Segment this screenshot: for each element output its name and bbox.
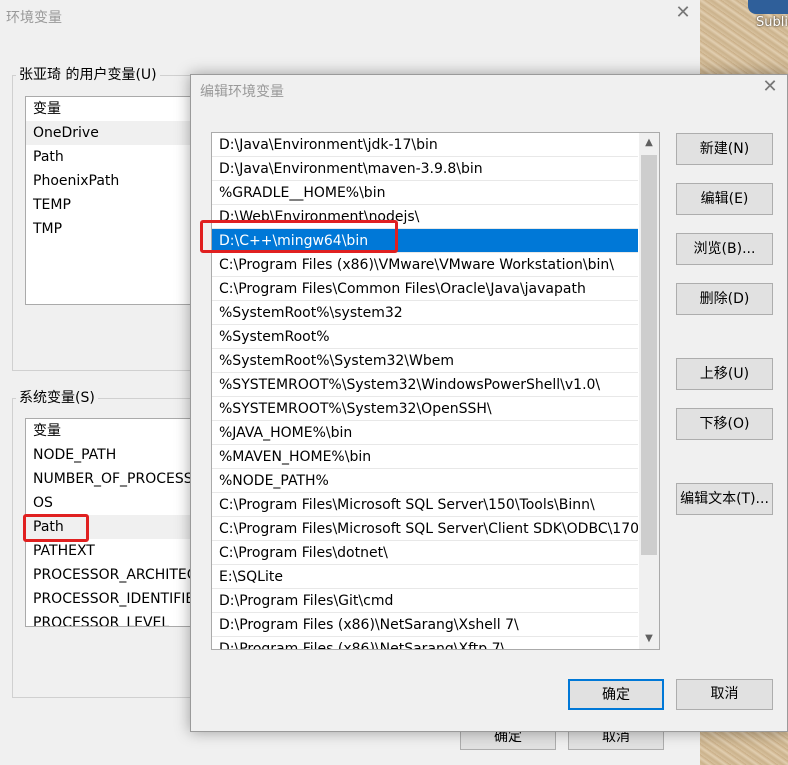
user-variables-list[interactable]: 变量 OneDrive Path PhoenixPath TEMP TMP <box>25 96 193 305</box>
edit-environment-variable-dialog: 编辑环境变量 ✕ D:\Java\Environment\jdk-17\bin D… <box>190 74 788 732</box>
browse-button[interactable]: 浏览(B)... <box>676 233 773 265</box>
path-entry[interactable]: %JAVA_HOME%\bin <box>212 421 638 445</box>
path-entry[interactable]: C:\Program Files (x86)\VMware\VMware Wor… <box>212 253 638 277</box>
close-icon[interactable]: ✕ <box>674 4 692 22</box>
edit-text-button[interactable]: 编辑文本(T)... <box>676 483 773 515</box>
list-header[interactable]: 变量 <box>26 97 192 121</box>
path-entry[interactable]: %SYSTEMROOT%\System32\WindowsPowerShell\… <box>212 373 638 397</box>
cancel-button[interactable]: 取消 <box>676 679 773 710</box>
list-item[interactable]: NUMBER_OF_PROCESSO <box>26 467 192 491</box>
path-entry[interactable]: %SystemRoot%\system32 <box>212 301 638 325</box>
path-entry[interactable]: C:\Program Files\dotnet\ <box>212 541 638 565</box>
ok-button[interactable]: 确定 <box>568 679 664 710</box>
system-variables-label: 系统变量(S) <box>16 387 98 407</box>
scroll-up-icon[interactable]: ▲ <box>639 133 659 153</box>
scroll-down-icon[interactable]: ▼ <box>639 629 659 649</box>
list-item[interactable]: OneDrive <box>26 121 192 145</box>
path-entry[interactable]: D:\Program Files (x86)\NetSarang\Xftp 7\ <box>212 637 638 649</box>
path-entry[interactable]: %SystemRoot% <box>212 325 638 349</box>
dialog-title: 编辑环境变量 <box>200 84 284 100</box>
path-entry[interactable]: %SystemRoot%\System32\Wbem <box>212 349 638 373</box>
sublime-text-icon[interactable] <box>748 0 788 14</box>
scrollbar-thumb[interactable] <box>641 155 657 555</box>
list-item[interactable]: PROCESSOR_IDENTIFIER <box>26 587 192 611</box>
path-entry[interactable]: E:\SQLite <box>212 565 638 589</box>
new-button[interactable]: 新建(N) <box>676 133 773 165</box>
move-down-button[interactable]: 下移(O) <box>676 408 773 440</box>
path-entry[interactable]: D:\Program Files\Git\cmd <box>212 589 638 613</box>
path-list[interactable]: D:\Java\Environment\jdk-17\bin D:\Java\En… <box>211 132 660 650</box>
path-entry[interactable]: C:\Program Files\Common Files\Oracle\Jav… <box>212 277 638 301</box>
desktop-icon-label[interactable]: Subli <box>756 15 788 30</box>
path-entry[interactable]: C:\Program Files\Microsoft SQL Server\15… <box>212 493 638 517</box>
dialog-title: 环境变量 <box>6 10 62 26</box>
list-item[interactable]: TEMP <box>26 193 192 217</box>
user-variables-label: 张亚琦 的用户变量(U) <box>16 64 160 84</box>
path-entry[interactable]: D:\Java\Environment\maven-3.9.8\bin <box>212 157 638 181</box>
path-entry[interactable]: %GRADLE__HOME%\bin <box>212 181 638 205</box>
list-item[interactable]: NODE_PATH <box>26 443 192 467</box>
path-entry[interactable]: %SYSTEMROOT%\System32\OpenSSH\ <box>212 397 638 421</box>
list-item[interactable]: PROCESSOR_LEVEL <box>26 611 192 626</box>
path-entry[interactable]: %MAVEN_HOME%\bin <box>212 445 638 469</box>
path-entry[interactable]: D:\Program Files (x86)\NetSarang\Xshell … <box>212 613 638 637</box>
path-entry[interactable]: C:\Program Files\Microsoft SQL Server\Cl… <box>212 517 638 541</box>
path-entry[interactable]: %NODE_PATH% <box>212 469 638 493</box>
list-item[interactable]: PROCESSOR_ARCHITEC <box>26 563 192 587</box>
annotation-highlight <box>200 220 398 253</box>
list-item[interactable]: PhoenixPath <box>26 169 192 193</box>
close-icon[interactable]: ✕ <box>761 78 779 96</box>
list-item[interactable]: TMP <box>26 217 192 241</box>
vertical-scrollbar[interactable]: ▲ ▼ <box>639 133 659 649</box>
edit-button[interactable]: 编辑(E) <box>676 183 773 215</box>
list-item[interactable]: Path <box>26 145 192 169</box>
list-header[interactable]: 变量 <box>26 419 192 443</box>
list-item[interactable]: PATHEXT <box>26 539 192 563</box>
list-item[interactable]: OS <box>26 491 192 515</box>
annotation-highlight <box>23 514 89 542</box>
path-entry[interactable]: D:\Java\Environment\jdk-17\bin <box>212 133 638 157</box>
move-up-button[interactable]: 上移(U) <box>676 358 773 390</box>
delete-button[interactable]: 删除(D) <box>676 283 773 315</box>
